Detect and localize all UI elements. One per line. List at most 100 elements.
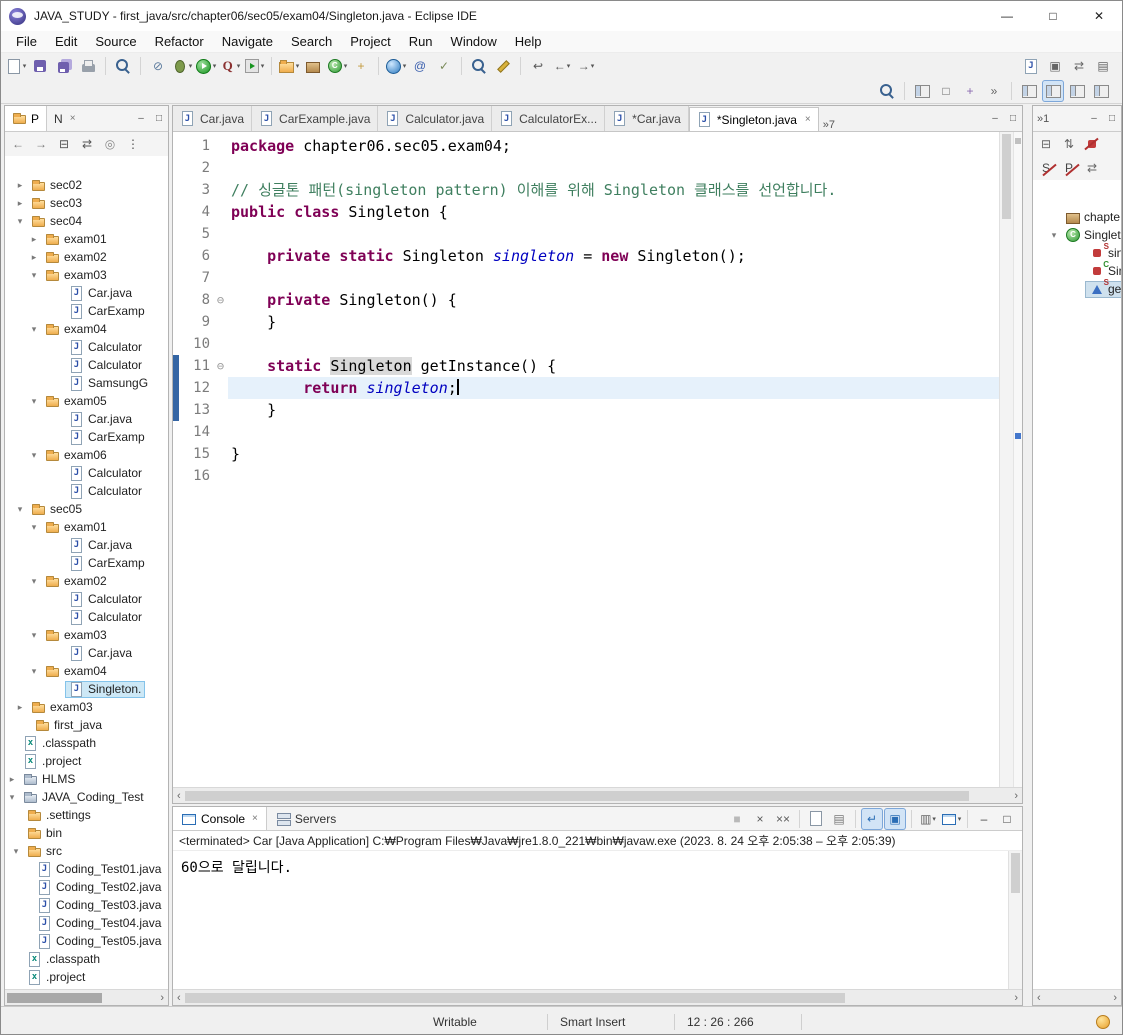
tree-item[interactable]: Coding_Test04.java — [5, 914, 168, 932]
expand-arrow-icon[interactable]: ▾ — [27, 576, 41, 587]
tree-item[interactable]: .classpath — [5, 950, 168, 968]
fold-marker-icon[interactable]: ⊖ — [213, 289, 228, 311]
hide-fields-icon[interactable] — [1081, 133, 1103, 155]
tree-item[interactable]: Coding_Test05.java — [5, 932, 168, 950]
tree-item[interactable]: first_java — [5, 716, 168, 734]
tree-item[interactable]: .project — [5, 752, 168, 770]
forward-icon[interactable]: → — [30, 133, 52, 155]
clear-console-icon[interactable] — [805, 808, 827, 830]
code-line[interactable]: 7 — [173, 267, 999, 289]
tree-item[interactable]: Coding_Test03.java — [5, 896, 168, 914]
tab-package-explorer[interactable]: P — [5, 106, 48, 131]
new-class-icon[interactable]: ▾ — [326, 55, 348, 77]
view-tab-overflow[interactable]: »1 — [1033, 113, 1053, 125]
tree-item[interactable]: ▸ sec03 — [5, 194, 168, 212]
scroll-left-arrow[interactable]: ‹ — [173, 790, 185, 802]
tree-item[interactable]: CarExamp — [5, 302, 168, 320]
profile-icon[interactable]: Q ▾ — [219, 55, 241, 77]
code-line[interactable]: 16 — [173, 465, 999, 487]
tree-item[interactable]: .classpath — [5, 734, 168, 752]
tree-item[interactable]: ▾ exam01 — [5, 518, 168, 536]
restore-views-icon[interactable]: □ — [935, 80, 957, 102]
tree-item[interactable]: ▾ exam06 — [5, 446, 168, 464]
minimize-view-button[interactable]: – — [132, 113, 150, 124]
new-task-icon[interactable]: ✓ — [433, 55, 455, 77]
menu-source[interactable]: Source — [86, 31, 145, 53]
minimize-editor-button[interactable]: – — [986, 113, 1004, 124]
scroll-right-arrow[interactable]: › — [1010, 790, 1022, 802]
word-wrap-icon[interactable]: ↵ — [861, 807, 883, 830]
menu-refactor[interactable]: Refactor — [146, 31, 213, 53]
tree-item[interactable]: CarExamp — [5, 428, 168, 446]
maximize-editor-button[interactable]: □ — [1004, 113, 1022, 124]
tree-item[interactable]: SamsungG — [5, 374, 168, 392]
tree-item[interactable]: ▸ exam02 — [5, 248, 168, 266]
menu-navigate[interactable]: Navigate — [213, 31, 282, 53]
tree-item[interactable]: ▾ exam05 — [5, 392, 168, 410]
tree-item[interactable]: ▾ sec04 — [5, 212, 168, 230]
toolbar-more-icon[interactable]: » — [983, 80, 1005, 102]
outline-horizontal-scrollbar[interactable]: ‹ › — [1033, 989, 1121, 1005]
scrollbar-thumb[interactable] — [1002, 134, 1011, 219]
tree-item[interactable]: Calculator — [5, 338, 168, 356]
display-selected-console-icon[interactable]: ▥ ▾ — [917, 808, 939, 830]
fold-marker-icon[interactable]: ⊖ — [213, 355, 228, 377]
link-with-editor-icon[interactable]: ⇄ — [1068, 55, 1090, 77]
collapse-all-icon[interactable]: ⊟ — [1035, 133, 1057, 155]
last-edit-location-icon[interactable]: ↩ — [527, 55, 549, 77]
terminate-icon[interactable]: ■ — [726, 808, 748, 830]
java-ee-perspective-icon[interactable] — [1018, 80, 1040, 102]
code-line[interactable]: 9 } — [173, 311, 999, 333]
scroll-right-arrow[interactable]: › — [156, 992, 168, 1004]
scrollbar-thumb[interactable] — [7, 992, 102, 1003]
expand-arrow-icon[interactable]: ▾ — [27, 666, 41, 677]
link-with-editor-icon[interactable]: ⇄ — [76, 133, 98, 155]
outline-item[interactable]: SgetI — [1033, 278, 1121, 298]
tree-item[interactable]: ▾ exam04 — [5, 662, 168, 680]
skip-all-breakpoints-icon[interactable]: ⊘ — [147, 55, 169, 77]
maximize-view-icon[interactable]: □ — [996, 808, 1018, 830]
open-type-icon[interactable] — [112, 55, 134, 77]
remove-all-terminated-icon[interactable]: ×× — [772, 808, 794, 830]
editor-tab[interactable]: CalculatorEx... — [492, 106, 606, 131]
expand-arrow-icon[interactable]: ▾ — [27, 396, 41, 407]
debug-icon[interactable]: ▾ — [171, 55, 193, 77]
expand-arrow-icon[interactable]: ▾ — [13, 504, 27, 515]
tree-item[interactable]: ▸ sec02 — [5, 176, 168, 194]
expand-arrow-icon[interactable]: ▸ — [27, 234, 41, 245]
toggle-breadcrumb-icon[interactable]: ▤ — [1092, 55, 1114, 77]
code-line[interactable]: 6 private static Singleton singleton = n… — [173, 245, 999, 267]
tree-item[interactable]: Car.java — [5, 644, 168, 662]
editor-tab[interactable]: Car.java — [173, 106, 253, 131]
scroll-lock-icon[interactable]: ▤ — [828, 808, 850, 830]
tree-item[interactable]: ▾ src — [5, 842, 168, 860]
pin-editor-icon[interactable]: ▣ — [1044, 55, 1066, 77]
code-line[interactable]: 15} — [173, 443, 999, 465]
close-view-icon[interactable]: × — [70, 113, 76, 124]
scroll-right-arrow[interactable]: › — [1010, 992, 1022, 1004]
expand-arrow-icon[interactable]: ▾ — [9, 846, 23, 857]
sort-icon[interactable]: ⇅ — [1058, 133, 1080, 155]
editor-presentation-icon[interactable]: + — [959, 80, 981, 102]
expand-arrow-icon[interactable]: ▸ — [27, 252, 41, 263]
editor-tab[interactable]: CarExample.java — [252, 106, 379, 131]
editor-vertical-scrollbar[interactable] — [999, 132, 1013, 787]
tree-horizontal-scrollbar[interactable]: › — [5, 989, 168, 1005]
tree-item[interactable]: Calculator — [5, 590, 168, 608]
tree-item[interactable]: ▸ exam03 — [5, 698, 168, 716]
new-wizard-icon[interactable]: ▾ — [5, 55, 27, 77]
tree-item[interactable]: .settings — [5, 806, 168, 824]
save-all-icon[interactable] — [53, 55, 75, 77]
link-with-editor-icon[interactable]: ⇄ — [1081, 157, 1103, 179]
code-line[interactable]: 8 ⊖ private Singleton() { — [173, 289, 999, 311]
editor-tab[interactable]: *Singleton.java × — [688, 107, 819, 131]
save-icon[interactable] — [29, 55, 51, 77]
minimize-view-button[interactable]: – — [1085, 113, 1103, 124]
console-horizontal-scrollbar[interactable]: ‹ › — [173, 989, 1022, 1005]
tree-item[interactable]: ▾ exam02 — [5, 572, 168, 590]
outline-item[interactable]: chapte — [1033, 208, 1121, 226]
git-perspective-icon[interactable] — [1090, 80, 1112, 102]
scroll-right-arrow[interactable]: › — [1109, 992, 1121, 1004]
scrollbar-thumb[interactable] — [184, 790, 970, 801]
expand-arrow-icon[interactable]: ▾ — [27, 270, 41, 281]
